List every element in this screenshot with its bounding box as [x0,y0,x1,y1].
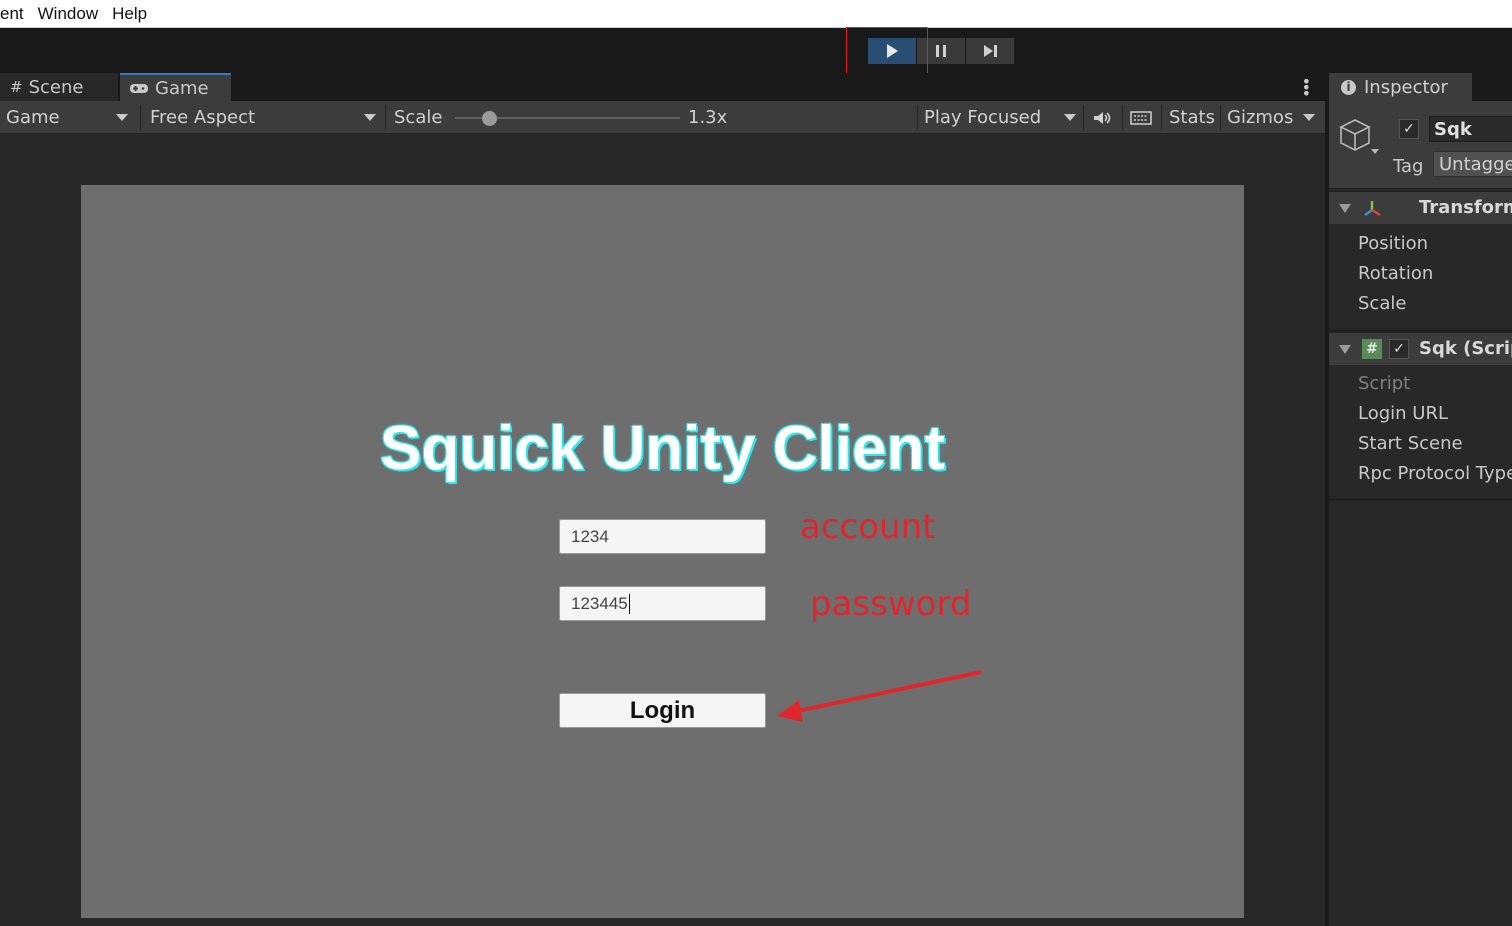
stats-button[interactable]: Stats [1169,101,1215,134]
tab-game[interactable]: Game [120,73,231,101]
gameobject-header: ✓ Sqk Tag Untagged [1329,101,1512,189]
prop-position: Position [1358,233,1429,254]
info-icon: i [1341,79,1356,95]
scale-slider-handle[interactable] [482,111,497,126]
password-input[interactable]: 123445 [559,586,766,621]
aspect-dropdown[interactable]: Free Aspect [150,101,380,134]
hash-icon: # [10,78,23,96]
shortcuts-button[interactable] [1130,101,1152,134]
text-cursor [628,593,630,614]
account-input[interactable]: 1234 [559,519,766,554]
menu-bar: ent Window Help [0,0,1512,28]
script-component-title: Sqk (Script) [1419,338,1512,359]
prop-rotation: Rotation [1358,263,1434,284]
menu-item-component[interactable]: ent [0,4,24,24]
inspector-tab-bar: i Inspector [1329,73,1512,101]
menu-item-window[interactable]: Window [38,4,98,24]
prop-rpc-protocol-type: Rpc Protocol Type [1358,463,1512,484]
password-input-value: 123445 [571,593,628,613]
script-component-header[interactable]: # ✓ Sqk (Script) [1329,332,1512,365]
prop-scale: Scale [1358,293,1407,314]
prop-login-url: Login URL [1358,403,1448,424]
step-icon [984,45,997,57]
speaker-icon [1094,111,1111,124]
scale-value: 1.3x [688,107,728,128]
transform-axis-icon [1364,201,1381,217]
tag-label: Tag [1393,156,1424,177]
gizmos-menu-chevron-icon[interactable] [1303,114,1315,121]
foldout-icon[interactable] [1339,204,1351,213]
tab-game-label: Game [155,77,209,99]
tab-inspector[interactable]: i Inspector [1329,73,1472,101]
component-enabled-checkbox[interactable]: ✓ [1389,339,1409,359]
inspector-panel: i Inspector ✓ Sqk Tag Untagged Transform… [1327,73,1512,926]
play-mode-dropdown[interactable]: Play Focused [924,101,1080,134]
gamepad-icon [130,84,148,93]
display-dropdown[interactable]: Game [6,101,134,134]
csharp-script-icon: # [1362,339,1382,359]
account-input-value: 1234 [571,526,609,546]
transform-header[interactable]: Transform [1329,191,1512,224]
active-checkbox[interactable]: ✓ [1399,119,1419,139]
tab-scene-label: Scene [28,76,84,98]
keyboard-icon [1130,110,1152,125]
transform-title: Transform [1419,197,1512,218]
gameobject-cube-icon[interactable] [1339,117,1381,157]
tab-inspector-label: Inspector [1364,76,1448,98]
tag-dropdown[interactable]: Untagged [1433,151,1512,177]
game-toolbar: Game Free Aspect Scale 1.3x Play Focused… [0,101,1325,134]
play-mode-value: Play Focused [924,107,1042,128]
chevron-down-icon [1064,114,1076,121]
password-annotation: password [810,584,972,624]
game-panel: # Scene Game • • • Game Free Aspect Scale … [0,73,1325,926]
menu-item-help[interactable]: Help [112,4,147,24]
prop-script: Script [1358,373,1411,394]
gameobject-name-field[interactable]: Sqk [1429,116,1512,142]
pause-icon [936,45,946,57]
scale-label: Scale [394,107,443,128]
game-view: Squick Unity Client 1234 account 123445 … [81,185,1244,918]
mute-audio-button[interactable] [1092,101,1112,134]
annotation-arrow-icon [777,670,982,722]
display-value: Game [6,107,60,128]
step-button[interactable] [966,38,1014,64]
play-highlight-box [846,27,928,79]
chevron-down-icon [364,114,376,121]
tab-scene[interactable]: # Scene [0,73,118,101]
account-annotation: account [800,507,936,547]
gizmos-button[interactable]: Gizmos [1227,101,1293,134]
chevron-down-icon [116,114,128,121]
panel-tab-bar: # Scene Game • • • [0,73,1325,102]
prop-start-scene: Start Scene [1358,433,1463,454]
panel-menu-icon[interactable]: • • • [1302,74,1311,102]
main-toolbar [0,28,1512,73]
game-title: Squick Unity Client [380,414,945,483]
aspect-value: Free Aspect [150,107,256,128]
foldout-icon[interactable] [1339,345,1351,354]
login-button[interactable]: Login [559,693,766,728]
